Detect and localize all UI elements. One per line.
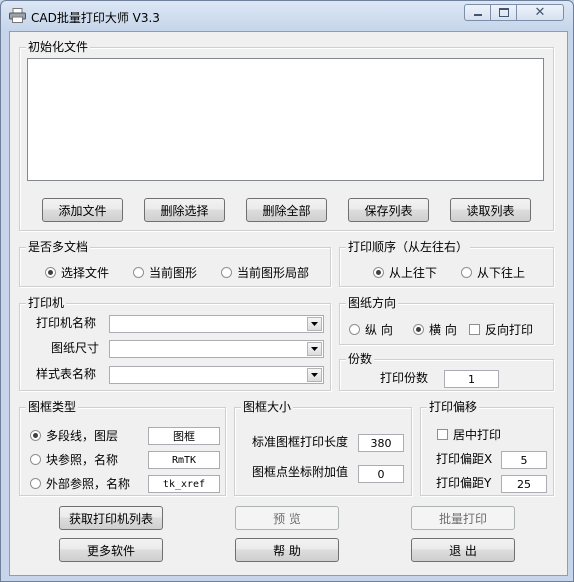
close-icon: ✕: [534, 5, 546, 20]
chevron-down-icon[interactable]: [307, 368, 322, 382]
orientation-group: 图纸方向 纵 向 横 向 反向打印: [339, 296, 554, 345]
copies-label: 打印份数: [380, 371, 429, 385]
radio-block-ref[interactable]: [30, 454, 41, 465]
radio-current-drawing-part[interactable]: [221, 267, 232, 278]
radio-landscape[interactable]: [413, 324, 424, 335]
xref-name-input[interactable]: tk_xref: [148, 475, 220, 493]
printer-icon: [9, 8, 26, 23]
main-window: CAD批量打印大师 V3.3 ✕ 初始化文件 添加文件 删除选择 删除全部 保存…: [0, 0, 574, 582]
read-list-button[interactable]: 读取列表: [450, 198, 531, 222]
chevron-down-icon[interactable]: [307, 342, 322, 356]
printer-legend: 打印机: [26, 296, 67, 310]
radio-xref[interactable]: [30, 478, 41, 489]
top-down-label: 从上往下: [389, 266, 438, 280]
current-drawing-part-label: 当前图形局部: [237, 266, 310, 280]
minimize-button[interactable]: [464, 4, 491, 21]
xref-label: 外部参照，名称: [46, 477, 131, 491]
frame-size-legend: 图框大小: [241, 400, 294, 414]
copies-group: 份数 打印份数 1: [339, 352, 554, 391]
save-list-button[interactable]: 保存列表: [348, 198, 429, 222]
center-print-checkbox[interactable]: [437, 429, 448, 440]
help-button[interactable]: 帮 助: [235, 538, 339, 562]
window-title: CAD批量打印大师 V3.3: [31, 11, 160, 25]
client-area: 初始化文件 添加文件 删除选择 删除全部 保存列表 读取列表 是否多文档 选择文…: [9, 31, 568, 576]
multi-doc-group: 是否多文档 选择文件 当前图形 当前图形局部: [19, 240, 331, 287]
frame-size-group: 图框大小 标准图框打印长度 380 图框点坐标附加值 0: [234, 400, 412, 496]
reverse-print-checkbox[interactable]: [469, 324, 480, 335]
orientation-legend: 图纸方向: [346, 296, 399, 310]
polyline-layer-input[interactable]: 图框: [148, 427, 220, 445]
paper-size-combo[interactable]: [109, 340, 324, 358]
delete-selected-button[interactable]: 删除选择: [144, 198, 225, 222]
current-drawing-label: 当前图形: [149, 266, 198, 280]
printer-name-label: 打印机名称: [36, 316, 97, 330]
std-length-input[interactable]: 380: [358, 434, 404, 452]
exit-button[interactable]: 退 出: [411, 538, 515, 562]
printer-group: 打印机 打印机名称 图纸尺寸 样式表名称: [19, 296, 331, 391]
offset-x-input[interactable]: 5: [501, 451, 547, 469]
style-table-label: 样式表名称: [36, 367, 97, 381]
center-print-label: 居中打印: [453, 428, 502, 442]
print-offset-legend: 打印偏移: [427, 400, 480, 414]
reverse-print-label: 反向打印: [485, 323, 534, 337]
get-printer-list-button[interactable]: 获取打印机列表: [59, 506, 163, 530]
printer-name-combo[interactable]: [109, 315, 324, 333]
file-listbox[interactable]: [27, 58, 544, 181]
portrait-label: 纵 向: [365, 323, 393, 337]
print-order-legend: 打印顺序（从左往右）: [346, 240, 471, 254]
offset-y-input[interactable]: 25: [501, 475, 547, 493]
select-file-label: 选择文件: [61, 266, 110, 280]
copies-input[interactable]: 1: [444, 370, 499, 388]
minimize-icon: [473, 14, 482, 16]
style-table-combo[interactable]: [109, 366, 324, 384]
std-length-label: 标准图框打印长度: [252, 435, 349, 449]
print-offset-group: 打印偏移 居中打印 打印偏距X 5 打印偏距Y 25: [420, 400, 554, 496]
radio-current-drawing[interactable]: [133, 267, 144, 278]
radio-portrait[interactable]: [349, 324, 360, 335]
delete-all-button[interactable]: 删除全部: [246, 198, 327, 222]
preview-button[interactable]: 预 览: [235, 506, 339, 530]
bottom-up-label: 从下往上: [477, 266, 526, 280]
offset-y-label: 打印偏距Y: [436, 476, 492, 490]
chevron-down-icon[interactable]: [307, 317, 322, 331]
coord-add-label: 图框点坐标附加值: [252, 465, 349, 479]
coord-add-input[interactable]: 0: [358, 465, 404, 483]
print-order-group: 打印顺序（从左往右） 从上往下 从下往上: [339, 240, 554, 287]
maximize-button[interactable]: [490, 4, 517, 21]
file-group: 初始化文件 添加文件 删除选择 删除全部 保存列表 读取列表: [19, 40, 554, 231]
radio-select-file[interactable]: [45, 267, 56, 278]
maximize-icon: [498, 8, 509, 17]
polyline-label: 多段线，图层: [46, 429, 119, 443]
add-file-button[interactable]: 添加文件: [42, 198, 123, 222]
file-group-legend: 初始化文件: [26, 40, 91, 54]
copies-legend: 份数: [346, 352, 375, 366]
frame-type-group: 图框类型 多段线，图层 图框 块参照，名称 RmTK 外部参照，名称 tk_xr…: [19, 400, 226, 496]
title-bar: CAD批量打印大师 V3.3 ✕: [1, 1, 573, 31]
batch-print-button[interactable]: 批量打印: [411, 506, 515, 530]
landscape-label: 横 向: [429, 323, 457, 337]
offset-x-label: 打印偏距X: [436, 452, 493, 466]
radio-top-down[interactable]: [373, 267, 384, 278]
block-name-input[interactable]: RmTK: [148, 451, 220, 469]
more-software-button[interactable]: 更多软件: [59, 538, 163, 562]
radio-bottom-up[interactable]: [461, 267, 472, 278]
frame-type-legend: 图框类型: [26, 400, 79, 414]
paper-size-label: 图纸尺寸: [51, 341, 100, 355]
close-button[interactable]: ✕: [516, 4, 564, 21]
radio-polyline[interactable]: [30, 430, 41, 441]
block-ref-label: 块参照，名称: [46, 453, 119, 467]
multi-doc-legend: 是否多文档: [26, 240, 91, 254]
